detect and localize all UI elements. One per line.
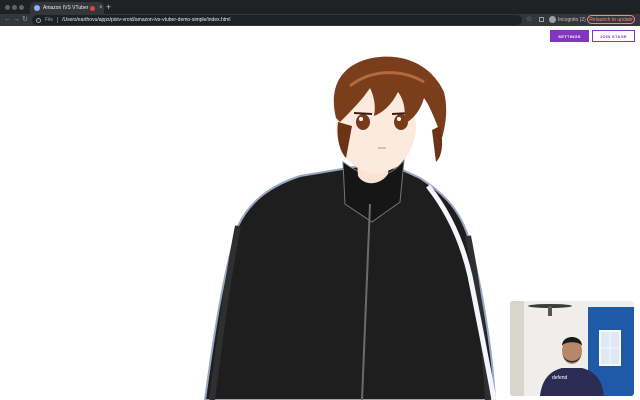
window-close-dot[interactable] — [5, 5, 10, 10]
shirt-text: defend — [552, 375, 568, 381]
incognito-icon[interactable] — [549, 16, 556, 23]
settings-button[interactable]: SETTINGS — [550, 30, 589, 42]
info-icon[interactable] — [36, 17, 41, 23]
new-tab-button[interactable]: + — [106, 2, 111, 12]
divider — [57, 17, 59, 23]
window-minimize-dot[interactable] — [12, 5, 17, 10]
address-bar[interactable]: File /Users/earthovu/apps/pixiv-vroid/am… — [32, 15, 522, 25]
globe-icon — [34, 5, 40, 11]
browser-tab[interactable]: Amazon IVS VTuber Demo × — [30, 2, 104, 14]
recording-icon — [90, 5, 95, 11]
tab-title: Amazon IVS VTuber Demo — [43, 5, 89, 11]
browser-toolbar: ← → ↻ File /Users/earthovu/apps/pixiv-vr… — [0, 14, 640, 26]
scheme-label: File — [45, 17, 54, 23]
webcam-video: defend — [510, 301, 634, 396]
incognito-label[interactable]: Incognito (2) — [558, 17, 586, 23]
page-content: SETTINGS JOIN STAGE defend — [0, 26, 640, 400]
url-text[interactable]: /Users/earthovu/apps/pixiv-vroid/amazon-… — [62, 17, 230, 23]
window-maximize-dot[interactable] — [19, 5, 24, 10]
browser-tab-bar: Amazon IVS VTuber Demo × + — [0, 0, 640, 14]
side-panel-icon[interactable] — [539, 17, 544, 22]
forward-icon[interactable]: → — [13, 16, 20, 24]
close-icon[interactable]: × — [99, 5, 103, 11]
webcam-preview: defend — [510, 301, 634, 396]
bookmark-star-icon[interactable]: ☆ — [526, 15, 532, 24]
relaunch-button[interactable]: Relaunch to update — [587, 15, 635, 24]
back-icon[interactable]: ← — [4, 16, 11, 24]
join-stage-button[interactable]: JOIN STAGE — [592, 30, 635, 42]
reload-icon[interactable]: ↻ — [22, 16, 28, 24]
